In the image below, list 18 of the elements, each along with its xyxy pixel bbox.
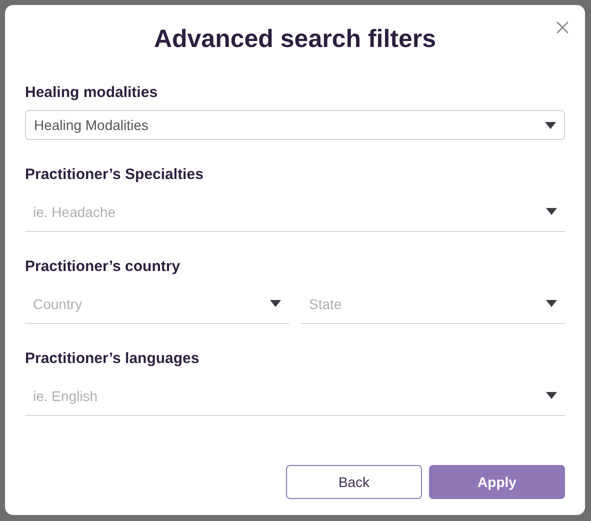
dropdown-field[interactable]: Healing Modalities (25, 110, 565, 140)
caret-icon (546, 392, 557, 399)
field-label: Practitioner’s country (25, 258, 182, 275)
field-label: Healing modalities (25, 84, 159, 101)
dropdown-field[interactable]: Country (25, 284, 289, 324)
dropdown-field[interactable]: State (301, 284, 565, 324)
caret-icon (545, 122, 556, 128)
dropdown-field[interactable]: ie. Headache (25, 192, 565, 232)
caret-icon (546, 208, 557, 215)
caret-icon (546, 300, 557, 307)
caret-icon (270, 300, 281, 307)
back-button[interactable]: Back (286, 465, 422, 499)
field-label: Practitioner’s Specialties (25, 166, 204, 183)
apply-button[interactable]: Apply (429, 465, 565, 499)
dropdown-field[interactable]: ie. English (25, 376, 565, 416)
field-label: Practitioner’s languages (25, 350, 200, 367)
close-icon[interactable] (556, 21, 569, 34)
dialog-title: Advanced search filters (152, 25, 438, 54)
